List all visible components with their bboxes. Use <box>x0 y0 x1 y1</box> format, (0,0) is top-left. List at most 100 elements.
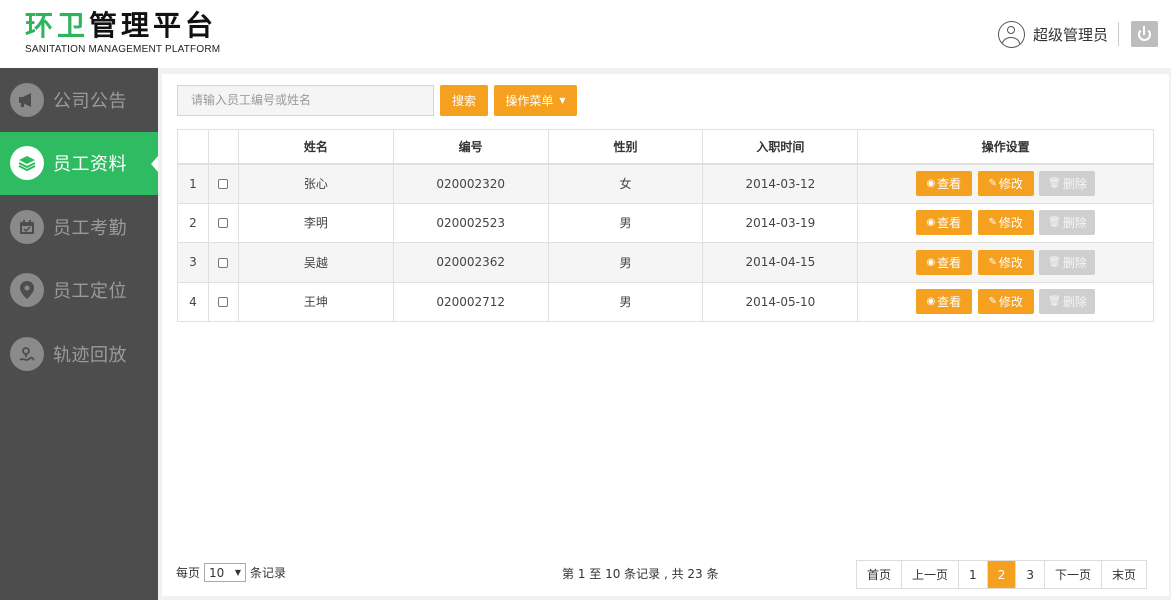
sidebar-item-location[interactable]: 员工定位 <box>0 259 158 323</box>
edit-label: 修改 <box>998 216 1023 231</box>
cell-name: 张心 <box>237 163 394 204</box>
prev-page-button[interactable]: 上一页 <box>901 561 959 588</box>
trash-icon: 🗑 <box>1048 296 1061 308</box>
app-logo: 环卫管理平台 SANITATION MANAGEMENT PLATFORM <box>25 11 220 56</box>
record-info: 第 1 至 10 条记录 , 共 23 条 <box>562 567 719 581</box>
main-content: 请输入员工编号或姓名 搜索 操作菜单 ▼ 姓名 编号 性别 入职时间 操作设置 <box>162 74 1169 596</box>
user-menu[interactable]: 超级管理员 <box>997 20 1108 48</box>
cell-actions: ◉ 查看 ✎ 修改 🗑 删除 <box>857 163 1154 204</box>
staff-table: 姓名 编号 性别 入职时间 操作设置 1 张心 020002320 女 2014… <box>177 129 1154 322</box>
next-page-button[interactable]: 下一页 <box>1043 561 1101 588</box>
cell-date: 2014-04-15 <box>702 242 859 283</box>
cell-id: 020002712 <box>392 281 549 322</box>
sidebar-item-label: 轨迹回放 <box>53 344 127 366</box>
pencil-icon: ✎ <box>988 296 997 308</box>
delete-label: 删除 <box>1062 177 1087 191</box>
last-page-button[interactable]: 末页 <box>1100 561 1146 588</box>
stack-icon <box>10 146 44 181</box>
column-header-date[interactable]: 入职时间 <box>702 129 859 165</box>
cell-date: 2014-05-10 <box>702 281 859 322</box>
cell-actions: ◉ 查看 ✎ 修改 🗑 删除 <box>857 281 1154 322</box>
logo-title-part1: 环卫 <box>25 9 90 42</box>
page-size-select[interactable]: 10 ▼ <box>204 563 247 582</box>
header-divider <box>1118 22 1119 46</box>
view-button[interactable]: ◉ 查看 <box>915 289 972 315</box>
edit-label: 修改 <box>998 255 1023 270</box>
row-checkbox[interactable] <box>207 242 239 283</box>
location-pin-icon <box>10 273 44 308</box>
search-button[interactable]: 搜索 <box>440 85 488 116</box>
delete-label: 删除 <box>1062 255 1087 270</box>
pencil-icon: ✎ <box>988 256 997 268</box>
pencil-icon: ✎ <box>988 217 997 229</box>
cell-actions: ◉ 查看 ✎ 修改 🗑 删除 <box>857 202 1154 243</box>
trash-icon: 🗑 <box>1048 178 1061 189</box>
column-header-gender[interactable]: 性别 <box>547 129 704 165</box>
cell-id: 020002320 <box>392 163 549 204</box>
sidebar-item-attendance[interactable]: 员工考勤 <box>0 195 158 259</box>
column-header-id[interactable]: 编号 <box>392 129 549 165</box>
page-size-prefix: 每页 <box>176 566 201 580</box>
edit-button[interactable]: ✎ 修改 <box>977 289 1034 315</box>
row-checkbox[interactable] <box>207 163 239 204</box>
page-size-value: 10 <box>209 565 225 580</box>
cell-id: 020002362 <box>392 242 549 283</box>
sidebar-item-announcements[interactable]: 公司公告 <box>0 68 158 132</box>
search-input[interactable]: 请输入员工编号或姓名 <box>177 85 434 116</box>
row-index: 2 <box>177 202 209 243</box>
page-size-control: 每页 10 ▼ 条记录 <box>176 563 286 582</box>
page-button-3[interactable]: 3 <box>1015 561 1044 588</box>
sidebar: 公司公告 员工资料 员工考勤 员工定位 轨迹回放 <box>0 68 158 600</box>
cell-id: 020002523 <box>392 202 549 243</box>
logo-title-part2: 管理平台 <box>89 9 218 42</box>
checkbox-icon[interactable] <box>218 218 229 229</box>
logo-title: 环卫管理平台 <box>25 11 220 41</box>
delete-label: 删除 <box>1062 216 1087 231</box>
view-button[interactable]: ◉ 查看 <box>915 249 972 275</box>
cell-actions: ◉ 查看 ✎ 修改 🗑 删除 <box>857 242 1154 283</box>
pencil-icon: ✎ <box>988 178 997 189</box>
cell-date: 2014-03-12 <box>702 163 859 204</box>
trash-icon: 🗑 <box>1048 217 1061 229</box>
view-label: 查看 <box>937 295 962 310</box>
view-button[interactable]: ◉ 查看 <box>915 210 972 236</box>
cell-gender: 男 <box>547 242 704 283</box>
user-avatar-icon <box>997 20 1025 48</box>
table-header-row: 姓名 编号 性别 入职时间 操作设置 <box>177 129 1154 165</box>
row-index: 1 <box>177 163 209 204</box>
sidebar-item-staff-info[interactable]: 员工资料 <box>0 131 158 195</box>
column-header-index <box>177 129 209 165</box>
sidebar-item-label: 员工考勤 <box>53 217 127 239</box>
eye-icon: ◉ <box>926 296 936 308</box>
calendar-icon <box>10 209 44 244</box>
edit-button[interactable]: ✎ 修改 <box>977 171 1034 196</box>
delete-label: 删除 <box>1062 295 1087 310</box>
checkbox-icon[interactable] <box>218 297 229 308</box>
cell-gender: 男 <box>547 202 704 243</box>
view-button[interactable]: ◉ 查看 <box>915 171 972 196</box>
page-button-2[interactable]: 2 <box>986 561 1016 588</box>
checkbox-icon[interactable] <box>218 179 229 189</box>
checkbox-icon[interactable] <box>218 257 229 268</box>
operation-menu-button[interactable]: 操作菜单 ▼ <box>494 85 577 116</box>
edit-button[interactable]: ✎ 修改 <box>977 249 1034 275</box>
delete-button[interactable]: 🗑 删除 <box>1039 249 1096 275</box>
page-button-1[interactable]: 1 <box>958 561 987 588</box>
delete-button[interactable]: 🗑 删除 <box>1039 171 1096 196</box>
delete-button[interactable]: 🗑 删除 <box>1039 289 1096 315</box>
edit-button[interactable]: ✎ 修改 <box>977 210 1034 236</box>
table-row: 1 张心 020002320 女 2014-03-12 ◉ 查看 ✎ 修改 🗑 删除 <box>177 163 1154 204</box>
column-header-name[interactable]: 姓名 <box>237 129 394 165</box>
logout-button[interactable] <box>1131 21 1158 47</box>
delete-button[interactable]: 🗑 删除 <box>1039 210 1096 236</box>
page-size-suffix: 条记录 <box>250 566 287 580</box>
sidebar-item-track-playback[interactable]: 轨迹回放 <box>0 322 158 386</box>
route-icon <box>10 336 44 371</box>
user-name: 超级管理员 <box>1032 25 1108 44</box>
row-checkbox[interactable] <box>207 202 239 243</box>
table-row: 2 李明 020002523 男 2014-03-19 ◉ 查看 ✎ 修改 🗑 删除 <box>177 202 1154 243</box>
row-checkbox[interactable] <box>207 281 239 322</box>
first-page-button[interactable]: 首页 <box>857 561 902 588</box>
row-index: 3 <box>177 242 209 283</box>
edit-label: 修改 <box>998 295 1023 310</box>
